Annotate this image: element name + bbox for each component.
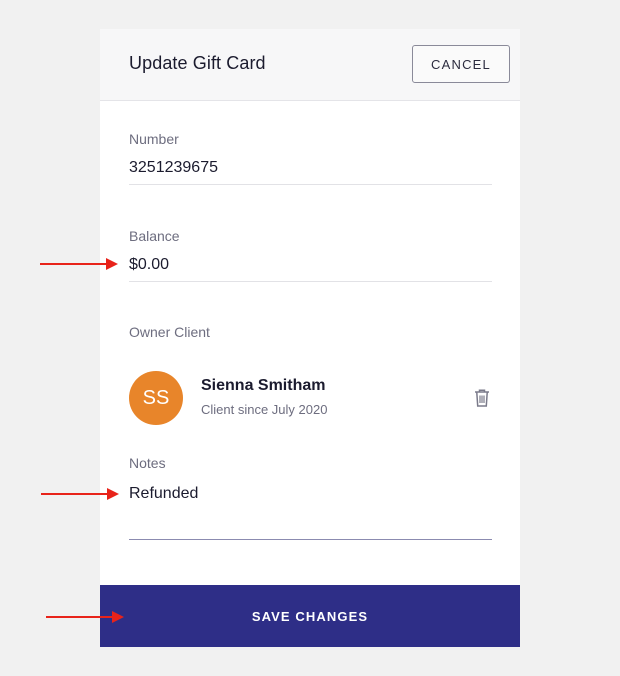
number-label: Number [129, 131, 179, 147]
notes-label: Notes [129, 455, 166, 471]
number-underline [129, 184, 492, 185]
number-field[interactable]: 3251239675 [129, 159, 218, 177]
arrow-right-icon [40, 258, 118, 270]
arrow-right-icon [41, 488, 119, 500]
balance-field[interactable]: $0.00 [129, 256, 169, 274]
dialog-header: Update Gift Card CANCEL [100, 29, 520, 101]
gift-card-dialog: Update Gift Card CANCEL Number 325123967… [100, 29, 520, 647]
notes-field[interactable]: Refunded [129, 485, 198, 503]
trash-icon-graphic [475, 389, 489, 407]
arrow-right-icon [46, 611, 124, 623]
client-since: Client since July 2020 [201, 402, 328, 417]
save-changes-button[interactable]: SAVE CHANGES [100, 585, 520, 647]
owner-client-label: Owner Client [129, 324, 210, 340]
balance-label: Balance [129, 228, 180, 244]
client-name: Sienna Smitham [201, 377, 326, 394]
balance-underline [129, 281, 492, 282]
trash-icon[interactable] [473, 388, 491, 408]
avatar: SS [129, 371, 183, 425]
dialog-title: Update Gift Card [129, 53, 266, 73]
cancel-button[interactable]: CANCEL [412, 45, 510, 83]
notes-underline [129, 539, 492, 540]
